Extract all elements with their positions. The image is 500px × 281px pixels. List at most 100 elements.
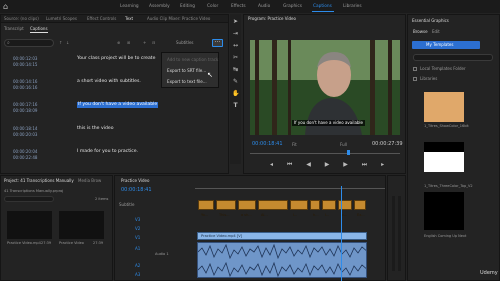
sequence-duration: 27:39 xyxy=(93,241,104,245)
next-arrow-icon[interactable]: ↓ xyxy=(66,40,69,45)
clip-thumbnail[interactable] xyxy=(7,211,52,239)
program-playhead[interactable] xyxy=(347,150,350,155)
more-options-button[interactable]: ··· xyxy=(212,39,223,47)
caption-out-time: 00:00:22:48 xyxy=(13,155,38,160)
caption-row[interactable]: 00:00:20:04 00:00:22:48 I made for you t… xyxy=(7,146,212,168)
tab-media-browser[interactable]: Media Brow xyxy=(78,178,101,184)
workspace-color[interactable]: Color xyxy=(207,2,218,11)
search-input[interactable]: ⌕ xyxy=(4,39,54,47)
slip-tool-icon[interactable]: ↹ xyxy=(232,66,239,73)
captions-subtab-underline xyxy=(30,32,48,33)
clip-duration: 27:39 xyxy=(41,241,52,245)
menu-item-export-text[interactable]: Export to text file... xyxy=(167,79,207,85)
my-templates-button[interactable]: My Templates xyxy=(412,41,480,49)
tab-browse[interactable]: Browse xyxy=(413,29,428,34)
ripple-edit-tool-icon[interactable]: ↔ xyxy=(232,42,239,49)
workspace-captions[interactable]: Captions xyxy=(313,2,332,11)
pen-tool-icon[interactable]: ✎ xyxy=(232,78,239,85)
template-thumbnail[interactable] xyxy=(424,192,464,230)
type-tool-icon[interactable]: T xyxy=(232,102,239,109)
timeline-timecode[interactable]: 00:00:18:41 xyxy=(121,187,152,193)
transport-controls[interactable]: ◂ ⏮ ◀ ▶ ▶ ⏭ ▸ xyxy=(270,162,390,168)
home-icon[interactable]: ⌂ xyxy=(3,2,12,11)
program-duration: 00:00:27:39 xyxy=(372,141,403,147)
caption-clip[interactable]: Yo... xyxy=(198,200,214,217)
menu-item-add-caption-track[interactable]: Add to new caption track xyxy=(167,57,218,63)
track-label-a1[interactable]: A1 xyxy=(135,246,140,251)
caption-row[interactable]: 00:00:18:14 00:00:20:03 this is the vide… xyxy=(7,123,212,145)
caption-text-selected[interactable]: If you don't have a video available xyxy=(77,102,159,108)
split-caption-icon[interactable]: ⊕ xyxy=(117,40,120,45)
workspace-libraries[interactable]: Libraries xyxy=(343,2,362,11)
workspace-graphics[interactable]: Graphics xyxy=(283,2,302,11)
workspace-editing[interactable]: Editing xyxy=(180,2,195,11)
caption-in-time: 00:00:18:14 xyxy=(13,126,38,131)
template-name: 1_Titres_ThreeColor_Top_V2 xyxy=(424,184,473,188)
caption-in-time: 00:00:17:16 xyxy=(13,102,38,107)
captions-context-menu: Add to new caption track Export to SRT f… xyxy=(161,52,219,88)
program-monitor-title: Program: Practice Video xyxy=(248,16,296,21)
project-title[interactable]: Project: 41 Transcriptions Manually xyxy=(4,178,74,184)
workspace-effects[interactable]: Effects xyxy=(231,2,246,11)
track-label-a2[interactable]: A2 xyxy=(135,263,140,268)
track-select-tool-icon[interactable]: ⇥ xyxy=(232,30,239,37)
fit-dropdown[interactable]: Fit xyxy=(292,142,297,147)
caption-text[interactable]: I made for you to practice. xyxy=(77,149,138,155)
template-search-input[interactable] xyxy=(413,54,493,61)
caption-clip[interactable]: I... xyxy=(290,200,308,217)
track-label-v3[interactable]: V3 xyxy=(135,217,140,222)
sequence-thumbnail[interactable] xyxy=(59,211,104,239)
workspace-learning[interactable]: Learning xyxy=(120,2,139,11)
mouse-cursor-icon: ↖ xyxy=(207,71,213,79)
previous-arrow-icon[interactable]: ↑ xyxy=(59,40,62,45)
timeline-playhead[interactable] xyxy=(341,186,342,281)
project-file-name: 41 Transcriptions Manually.prproj xyxy=(4,189,64,193)
local-templates-checkbox[interactable] xyxy=(413,67,417,71)
menu-item-export-srt[interactable]: Export to SRT file... xyxy=(167,68,206,74)
subtab-captions[interactable]: Captions xyxy=(30,26,48,31)
caption-clip[interactable]: I... xyxy=(322,200,336,217)
program-current-time[interactable]: 00:00:18:41 xyxy=(252,141,283,147)
tab-effect-controls[interactable]: Effect Controls xyxy=(87,16,116,22)
program-scrub-bar[interactable] xyxy=(250,153,400,154)
caption-out-time: 00:00:20:03 xyxy=(13,132,38,137)
caption-clip[interactable]: Al... xyxy=(258,200,288,217)
caption-clip[interactable]: This... xyxy=(216,200,236,217)
selection-tool-icon[interactable]: ➤ xyxy=(232,18,239,25)
add-caption-icon[interactable]: + xyxy=(143,40,146,45)
delete-caption-icon[interactable]: ⊟ xyxy=(152,40,155,45)
tab-audio-clip-mixer[interactable]: Audio Clip Mixer: Practice Video xyxy=(147,16,210,22)
caption-clip[interactable]: h... xyxy=(310,200,320,217)
track-label-v2[interactable]: V2 xyxy=(135,226,140,231)
quality-dropdown[interactable]: Full xyxy=(340,142,347,147)
caption-text[interactable]: Your class project will be to create xyxy=(77,56,155,62)
caption-text[interactable]: this is the video xyxy=(77,126,114,132)
tab-source[interactable]: Source: (no clips) xyxy=(4,16,39,22)
caption-out-time: 00:00:16:16 xyxy=(13,85,38,90)
tab-edit[interactable]: Edit xyxy=(432,29,440,34)
workspace-assembly[interactable]: Assembly xyxy=(149,2,170,11)
razor-tool-icon[interactable]: ✂ xyxy=(232,54,239,61)
workspace-audio[interactable]: Audio xyxy=(258,2,270,11)
tab-text[interactable]: Text xyxy=(125,16,133,22)
project-search-input[interactable] xyxy=(4,196,54,202)
hand-tool-icon[interactable]: ✋ xyxy=(232,90,239,97)
tab-lumetri-scopes[interactable]: Lumetri Scopes xyxy=(46,16,77,22)
merge-caption-icon[interactable]: ⊞ xyxy=(127,40,130,45)
tools-panel: ➤ ⇥ ↔ ✂ ↹ ✎ ✋ T xyxy=(230,14,241,164)
caption-text[interactable]: a short video with subtitles. xyxy=(77,79,141,85)
audio-meter-right xyxy=(398,196,401,271)
subtitles-dropdown[interactable]: Subtitles xyxy=(176,40,194,45)
caption-row-selected[interactable]: 00:00:17:16 00:00:18:09 If you don't hav… xyxy=(7,99,212,121)
video-frame: If you don't have a video available xyxy=(250,40,400,135)
caption-in-time: 00:00:20:04 xyxy=(13,149,38,154)
caption-clip[interactable]: a sh... xyxy=(238,200,256,217)
libraries-checkbox[interactable] xyxy=(413,77,417,81)
timeline-sequence-tab[interactable]: Practice Video xyxy=(121,178,149,184)
timeline-ruler[interactable] xyxy=(195,188,385,189)
template-thumbnail[interactable] xyxy=(424,92,464,122)
track-label-a3[interactable]: A3 xyxy=(135,272,140,277)
track-label-v1[interactable]: V1 xyxy=(135,235,140,240)
caption-clip[interactable]: Ex... xyxy=(354,200,366,217)
subtab-transcript[interactable]: Transcript xyxy=(4,26,24,31)
